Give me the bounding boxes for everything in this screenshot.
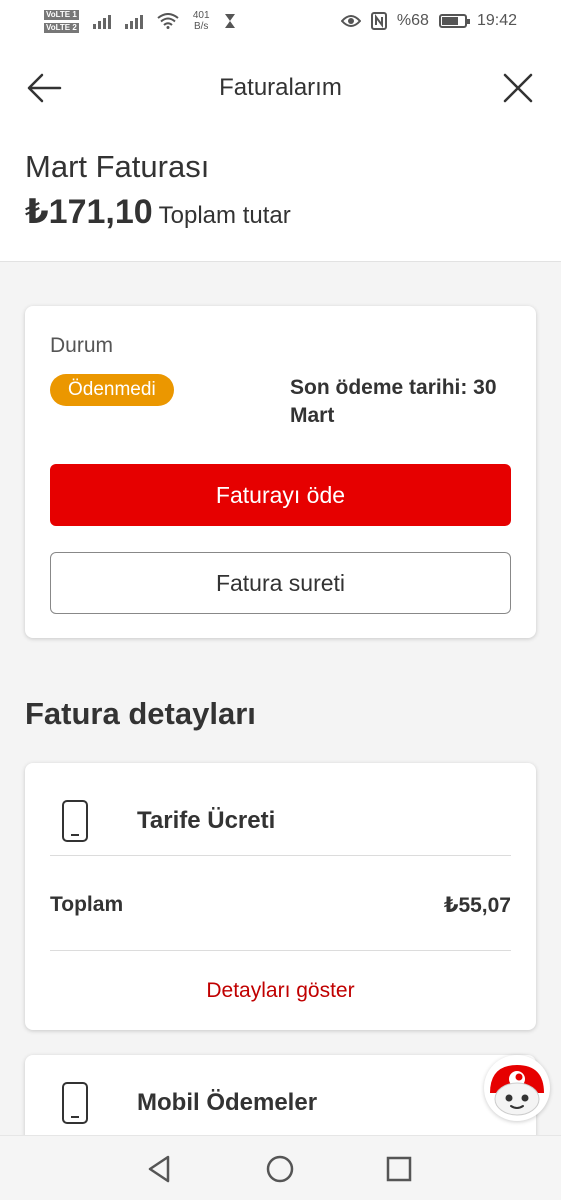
total-amount: ₺171,10 bbox=[25, 193, 153, 231]
detail-card-header: Mobil Ödemeler bbox=[50, 1069, 511, 1137]
app-header: Faturalarım bbox=[0, 42, 561, 132]
assistant-button[interactable] bbox=[484, 1055, 550, 1121]
tobi-assistant-icon bbox=[490, 1065, 544, 1116]
battery-percentage: %68 bbox=[396, 12, 429, 29]
volte-indicators: VoLTE 1 VoLTE 2 bbox=[44, 9, 79, 33]
status-badge: Ödenmedi bbox=[50, 374, 174, 406]
network-speed: 401 B/s bbox=[193, 10, 210, 32]
triangle-back-icon bbox=[148, 1155, 170, 1183]
divider bbox=[50, 950, 511, 951]
square-recents-icon bbox=[386, 1156, 412, 1182]
network-speed-unit: B/s bbox=[193, 21, 209, 32]
total-row: Toplam ₺55,07 bbox=[50, 893, 511, 918]
bill-copy-button[interactable]: Fatura sureti bbox=[50, 552, 511, 614]
bill-summary: Mart Faturası ₺171,10 Toplam tutar bbox=[0, 132, 561, 262]
status-bar: VoLTE 1 VoLTE 2 401 B/s %68 19:42 bbox=[0, 0, 561, 42]
bill-details-heading: Fatura detayları bbox=[25, 696, 256, 731]
nav-home-button[interactable] bbox=[263, 1152, 297, 1186]
volte-sim2-icon: VoLTE 2 bbox=[44, 22, 79, 33]
amount-row: ₺171,10 Toplam tutar bbox=[25, 192, 536, 232]
close-button[interactable] bbox=[498, 68, 538, 108]
wifi-icon bbox=[157, 13, 179, 29]
nfc-icon bbox=[370, 12, 387, 30]
circle-home-icon bbox=[266, 1155, 294, 1183]
hourglass-icon bbox=[224, 14, 235, 28]
status-label: Durum bbox=[50, 334, 114, 357]
signal-sim2-icon bbox=[124, 13, 143, 29]
due-date: Son ödeme tarihi: 30 Mart bbox=[290, 376, 497, 427]
payment-status-card: Durum Ödenmedi Son ödeme tarihi: 30 Mart… bbox=[25, 306, 536, 638]
close-icon bbox=[503, 73, 533, 103]
volte-sim1-icon: VoLTE 1 bbox=[44, 9, 79, 20]
total-label: Toplam bbox=[50, 893, 124, 916]
total-amount-label: Toplam tutar bbox=[158, 202, 291, 229]
show-details-link[interactable]: Detayları göster bbox=[25, 979, 536, 1003]
detail-card-tariff: Tarife Ücreti Toplam ₺55,07 Detayları gö… bbox=[25, 763, 536, 1030]
network-speed-value: 401 bbox=[192, 10, 210, 21]
signal-sim1-icon bbox=[92, 13, 111, 29]
mobile-phone-icon bbox=[62, 1082, 88, 1124]
bill-name: Mart Faturası bbox=[25, 149, 210, 184]
battery-icon bbox=[438, 14, 470, 28]
nav-back-button[interactable] bbox=[143, 1152, 177, 1186]
detail-card-header: Tarife Ücreti bbox=[50, 787, 511, 855]
detail-card-title: Tarife Ücreti bbox=[137, 807, 276, 834]
clock: 19:42 bbox=[476, 12, 517, 29]
nav-recents-button[interactable] bbox=[382, 1152, 416, 1186]
divider bbox=[50, 855, 511, 856]
detail-card-title: Mobil Ödemeler bbox=[137, 1089, 318, 1116]
eye-icon bbox=[340, 15, 361, 27]
system-navigation-bar bbox=[0, 1135, 561, 1200]
total-value: ₺55,07 bbox=[443, 894, 511, 917]
pay-bill-button[interactable]: Faturayı öde bbox=[50, 464, 511, 526]
page-title: Faturalarım bbox=[219, 74, 342, 101]
mobile-phone-icon bbox=[62, 800, 88, 842]
